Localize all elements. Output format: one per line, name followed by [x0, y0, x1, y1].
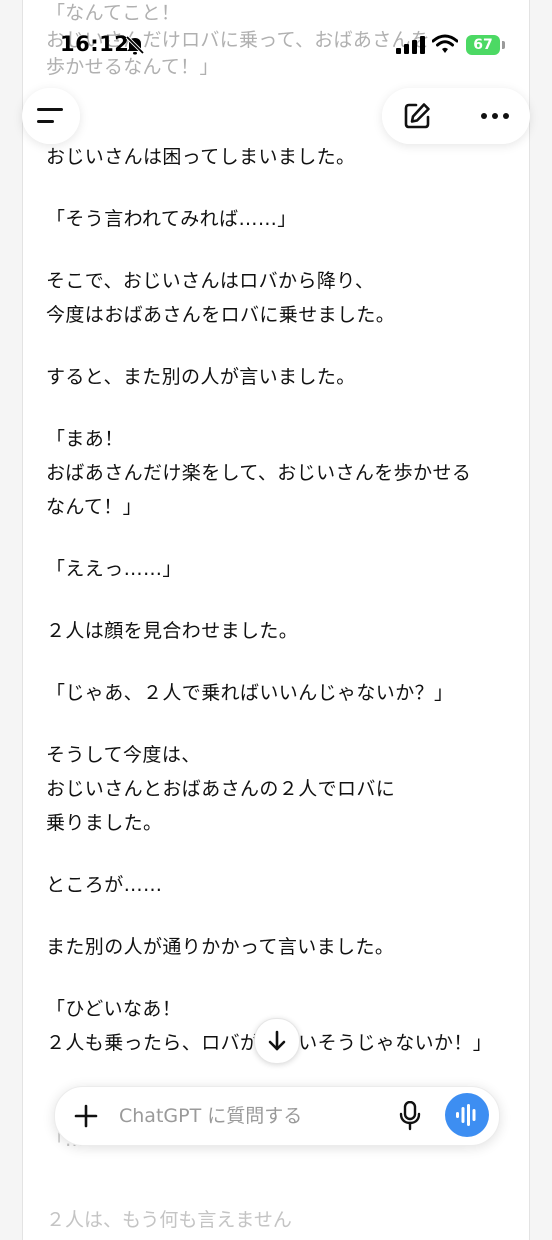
voice-mode-button[interactable]: [445, 1093, 489, 1137]
arrow-down-icon: [268, 1030, 286, 1051]
message-paragraph: おじいさんは困ってしまいました。: [46, 146, 356, 168]
message-paragraph: ２人は顔を見合わせました。: [46, 620, 299, 642]
prompt-input[interactable]: [119, 1101, 379, 1131]
message-paragraph: 「まあ！ おばあさんだけ楽をして、おじいさんを歩かせる なんて！」: [46, 428, 472, 518]
message-paragraph: すると、また別の人が言いました。: [46, 366, 356, 388]
dictation-button[interactable]: [393, 1099, 427, 1133]
voice-waveform-icon: [456, 1104, 476, 1126]
message-paragraph: そうして今度は、 おじいさんとおばあさんの２人でロバに 乗りました。: [46, 744, 396, 834]
message-paragraph: ところが……: [46, 874, 163, 896]
new-chat-edit-icon: [404, 103, 430, 129]
scroll-to-bottom-button[interactable]: [254, 1018, 300, 1064]
sidebar-menu-button[interactable]: [22, 88, 80, 144]
message-paragraph: 「ええっ……」: [46, 558, 182, 580]
message-paragraph: そこで、おじいさんはロバから降り、 今度はおばあさんをロバに乗せました。: [46, 270, 396, 326]
wifi-icon: [431, 34, 459, 58]
bell-slash-icon: [124, 34, 146, 56]
menu-icon: [37, 108, 63, 123]
new-chat-button[interactable]: [396, 98, 436, 134]
message-paragraph: 「じゃあ、２人で乗ればいいんじゃないか？」: [46, 682, 454, 704]
header-actions: [382, 88, 530, 144]
battery-indicator: 67: [466, 35, 500, 55]
status-time: 16:12: [60, 32, 130, 56]
attach-button[interactable]: [69, 1099, 103, 1133]
more-options-button[interactable]: [474, 98, 518, 134]
plus-icon: [74, 1104, 98, 1128]
battery-nub: [502, 41, 505, 49]
message-paragraph: また別の人が通りかかって言いました。: [46, 936, 395, 958]
message-paragraph: 「そう言われてみれば……」: [46, 208, 297, 230]
microphone-icon: [399, 1101, 421, 1131]
status-bar: 16:12 67: [0, 28, 552, 64]
assistant-message: おじいさんは困ってしまいました。 「そう言われてみれば……」 そこで、おじいさん…: [46, 140, 516, 1088]
more-dots-icon: [481, 113, 509, 119]
cellular-signal-icon: [396, 36, 426, 58]
message-composer: [54, 1086, 500, 1146]
